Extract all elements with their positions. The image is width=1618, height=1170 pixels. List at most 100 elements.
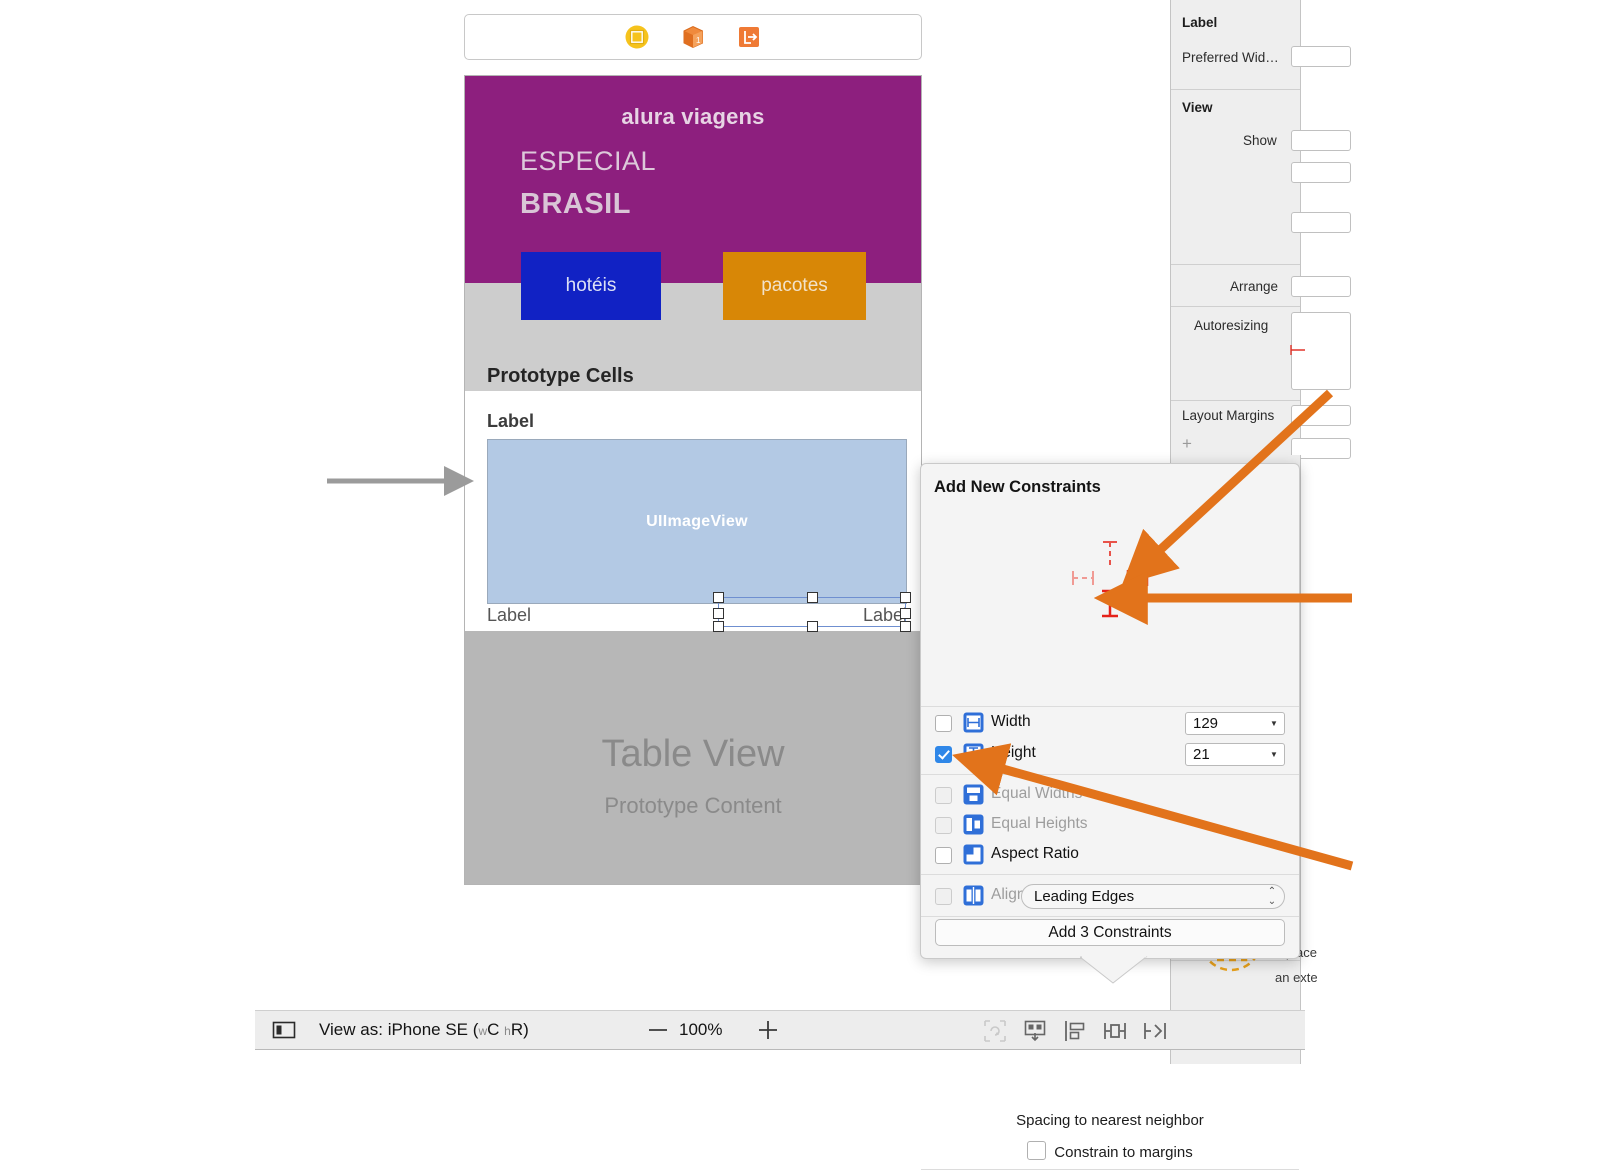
width-value: 129 (1193, 715, 1219, 732)
equal-widths-checkbox (935, 787, 952, 804)
align-icon (963, 885, 984, 906)
view-field-2[interactable] (1291, 162, 1351, 183)
layout-margins-popup[interactable] (1291, 405, 1351, 426)
placeholder-text-2: an exte (1275, 970, 1318, 985)
layout-margins-label: Layout Margins (1182, 408, 1275, 423)
prototype-cells-header: Prototype Cells (465, 361, 921, 391)
table-view-placeholder: Table View Prototype Content (465, 631, 921, 884)
selection-handle[interactable] (713, 608, 724, 619)
attributes-inspector: Label Preferred Wid… View Show Arrange A… (1170, 0, 1351, 459)
selection-handle[interactable] (900, 608, 911, 619)
exit-icon[interactable] (736, 24, 762, 50)
promo-line-1: ESPECIAL (520, 146, 657, 176)
spacing-hint-text: Spacing to nearest neighbor (1016, 1112, 1204, 1129)
promo-line-2: BRASIL (520, 188, 631, 220)
view-as-control[interactable]: View as: iPhone SE (wC hR) (319, 1020, 529, 1040)
add-constraints-button[interactable]: Add 3 Constraints (935, 919, 1285, 946)
scene-dock: 1 (464, 14, 922, 60)
equal-heights-label: Equal Heights (991, 815, 1088, 832)
svg-text:1: 1 (696, 36, 701, 45)
equal-widths-icon (963, 784, 984, 805)
promo-brand: alura viagens (621, 104, 765, 129)
height-icon (963, 743, 984, 764)
size-class-w-prefix: w (478, 1024, 488, 1038)
constraint-row-width[interactable]: Width 129 ▼ (921, 709, 1299, 739)
view-as-device: iPhone SE (387, 1020, 469, 1039)
chevron-down-icon[interactable]: ▼ (1264, 719, 1284, 728)
equal-widths-label: Equal Widths (991, 785, 1083, 802)
uiimageview[interactable]: UIImageView (487, 439, 907, 604)
width-label: Width (991, 713, 1031, 730)
chevron-up-down-icon[interactable]: ⌃ ⌄ (1260, 886, 1284, 907)
width-icon (963, 712, 984, 733)
align-checkbox (935, 888, 952, 905)
equal-heights-icon (963, 814, 984, 835)
constraint-row-aspect-ratio[interactable]: Aspect Ratio (921, 841, 1299, 871)
inspector-section-view: View (1182, 100, 1213, 115)
resolve-issues-icon[interactable] (1143, 1019, 1167, 1043)
constraint-row-equal-widths: Equal Widths (921, 781, 1299, 811)
constrain-to-margins-label: Constrain to margins (1054, 1144, 1193, 1161)
view-field-3[interactable] (1291, 212, 1351, 233)
preferred-width-field[interactable] (1291, 46, 1351, 67)
spacing-diagram (1072, 541, 1149, 618)
selection-handle[interactable] (900, 592, 911, 603)
canvas-bottom-toolbar: View as: iPhone SE (wC hR) 100% (255, 1010, 1305, 1050)
chevron-down-icon[interactable]: ▼ (1264, 750, 1284, 759)
align-icon[interactable] (1063, 1019, 1087, 1043)
add-new-constraints-popover: Add New Constraints 152 ▼ 128 ▼ 13 ▼ 1.5… (920, 463, 1300, 1170)
selection-handle[interactable] (713, 621, 724, 632)
size-class-w-value: C (487, 1020, 500, 1039)
inspector-section-label: Label (1182, 15, 1218, 30)
pacotes-button[interactable]: pacotes (723, 252, 866, 320)
add-new-constraints-icon[interactable] (1103, 1019, 1127, 1043)
height-checkbox[interactable] (935, 746, 952, 763)
height-value-field[interactable]: 21 ▼ (1185, 743, 1285, 766)
autoresizing-label: Autoresizing (1194, 318, 1269, 333)
width-checkbox[interactable] (935, 715, 952, 732)
show-popup[interactable] (1291, 130, 1351, 151)
align-option-popup[interactable]: Leading Edges ⌃ ⌄ (1021, 884, 1285, 909)
show-label: Show (1243, 133, 1277, 148)
selection-handle[interactable] (807, 592, 818, 603)
align-selected-option: Leading Edges (1034, 888, 1135, 905)
document-outline-toggle-icon[interactable] (272, 1019, 296, 1041)
embed-in-icon[interactable] (1023, 1019, 1047, 1043)
first-responder-icon[interactable]: 1 (680, 24, 706, 50)
prototype-cell[interactable]: Label UIImageView Label Label (465, 391, 921, 640)
height-label: Height (991, 744, 1036, 761)
width-value-field[interactable]: 129 ▼ (1185, 712, 1285, 735)
add-row-button[interactable]: + (1182, 435, 1192, 452)
constraint-row-height[interactable]: Height 21 ▼ (921, 740, 1299, 770)
height-value: 21 (1193, 746, 1210, 763)
zoom-out-button[interactable] (645, 1017, 671, 1043)
selection-handle[interactable] (807, 621, 818, 632)
preferred-width-label: Preferred Wid… (1182, 50, 1279, 65)
aspect-ratio-label: Aspect Ratio (991, 845, 1079, 862)
resolve-auto-layout-issues-icon[interactable] (983, 1019, 1007, 1043)
table-view-title: Table View (601, 733, 785, 775)
zoom-level-label: 100% (679, 1020, 723, 1039)
size-class-h-value: R (510, 1020, 524, 1039)
constrain-to-margins-row[interactable]: Constrain to margins (921, 1141, 1299, 1161)
constraint-row-align[interactable]: Align Leading Edges ⌃ ⌄ (921, 882, 1299, 912)
constraint-row-equal-heights: Equal Heights (921, 811, 1299, 841)
selection-handle[interactable] (713, 592, 724, 603)
selection-rect[interactable] (713, 592, 911, 632)
aspect-ratio-checkbox[interactable] (935, 847, 952, 864)
autoresizing-spring-icon (1290, 345, 1305, 355)
table-view-subtitle: Prototype Content (604, 793, 782, 818)
cell-left-label[interactable]: Label (487, 605, 531, 626)
cell-title-label: Label (487, 411, 535, 431)
hoteis-button[interactable]: hotéis (521, 252, 661, 320)
design-canvas: alura viagens ESPECIAL BRASIL hotéis pac… (464, 75, 922, 885)
arrange-popup[interactable] (1291, 276, 1351, 297)
zoom-in-button[interactable] (755, 1017, 781, 1043)
popover-tail (1080, 955, 1148, 984)
equal-heights-checkbox (935, 817, 952, 834)
view-as-prefix: View as: (319, 1020, 383, 1039)
constrain-to-margins-checkbox[interactable] (1027, 1141, 1047, 1160)
arrange-label: Arrange (1230, 279, 1279, 294)
selection-handle[interactable] (900, 621, 911, 632)
view-controller-icon[interactable] (624, 24, 650, 50)
